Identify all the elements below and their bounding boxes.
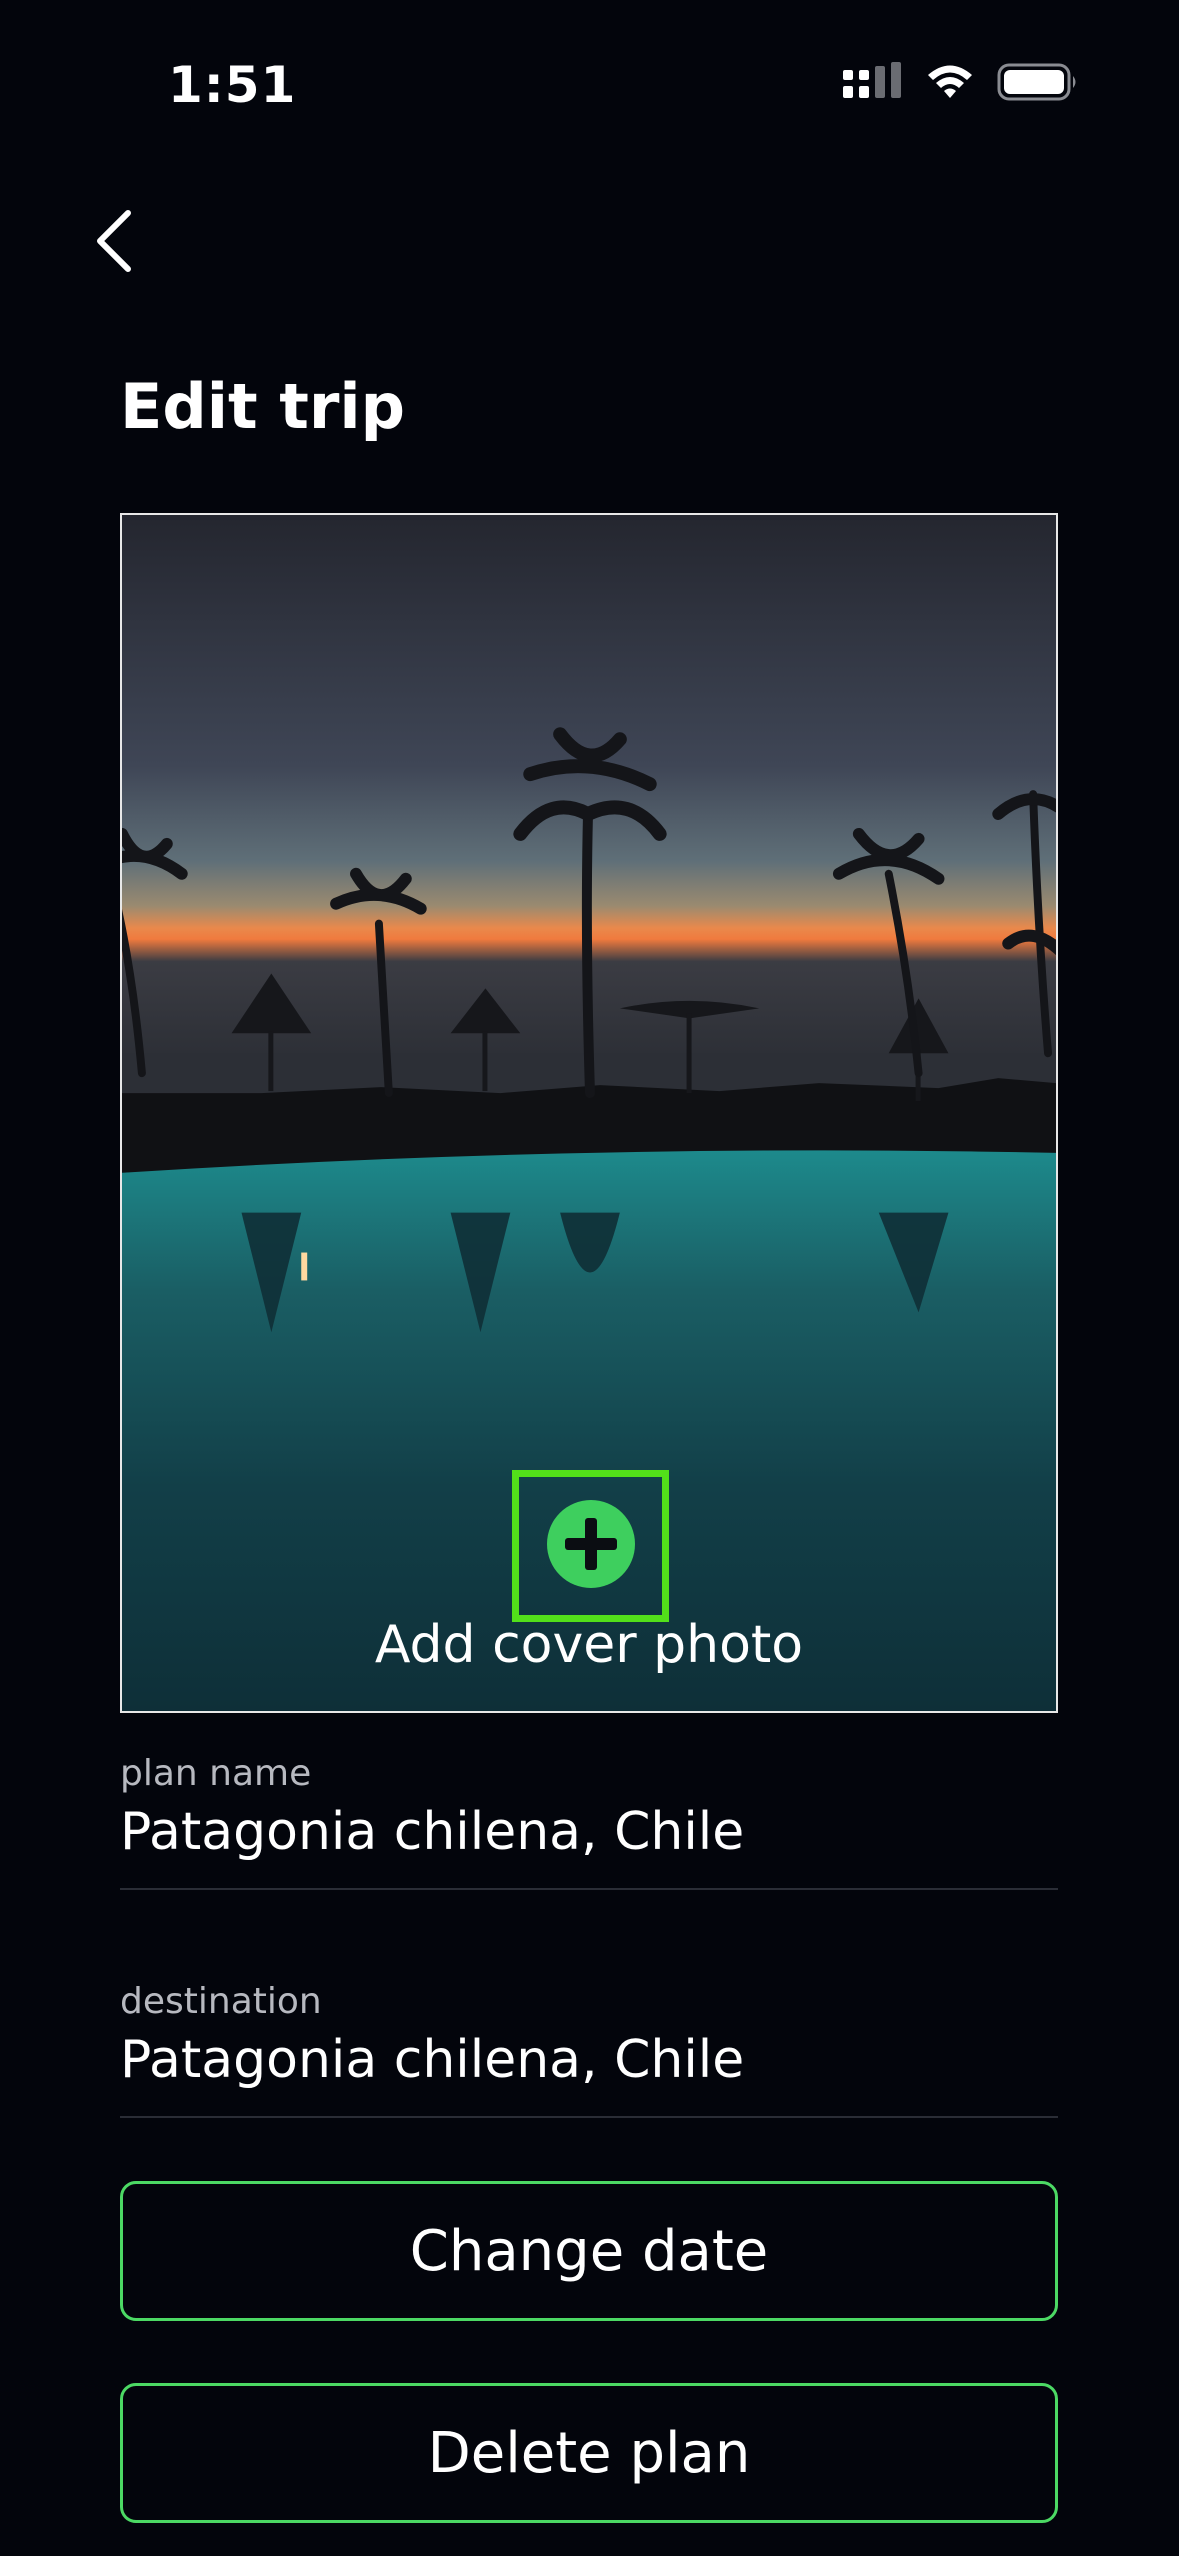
chevron-left-icon xyxy=(92,209,136,277)
status-icons xyxy=(841,62,1079,106)
cellular-signal-icon xyxy=(841,62,903,106)
status-time: 1:51 xyxy=(168,56,297,114)
change-date-button[interactable]: Change date xyxy=(120,2181,1058,2321)
plan-name-value[interactable]: Patagonia chilena, Chile xyxy=(120,1800,1058,1864)
destination-label: destination xyxy=(120,1981,322,2022)
plan-name-label: plan name xyxy=(120,1753,312,1794)
wifi-icon xyxy=(925,62,975,106)
cover-photo[interactable]: Add cover photo xyxy=(120,513,1058,1713)
status-bar: 1:51 xyxy=(0,0,1179,150)
back-button[interactable] xyxy=(78,200,150,286)
plus-circle-icon xyxy=(545,1498,637,1594)
destination-value[interactable]: Patagonia chilena, Chile xyxy=(120,2028,1058,2092)
destination-field[interactable]: destination Patagonia chilena, Chile xyxy=(120,1980,1058,2118)
delete-plan-button[interactable]: Delete plan xyxy=(120,2383,1058,2523)
add-cover-photo-label: Add cover photo xyxy=(374,1615,804,1675)
add-cover-photo-button[interactable] xyxy=(512,1470,669,1622)
page-title: Edit trip xyxy=(120,370,406,443)
plan-name-field[interactable]: plan name Patagonia chilena, Chile xyxy=(120,1752,1058,1890)
battery-icon xyxy=(997,62,1079,106)
